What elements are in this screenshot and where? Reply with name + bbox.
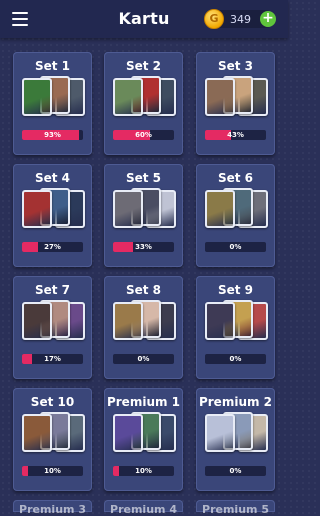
card-set-tile[interactable]: Set 2 60% bbox=[104, 52, 183, 155]
progress-bar: 60% bbox=[113, 130, 174, 140]
card-thumbnail bbox=[113, 414, 143, 452]
card-thumbnail bbox=[22, 302, 52, 340]
coin-icon: G bbox=[204, 9, 224, 29]
progress-bar: 10% bbox=[113, 466, 174, 476]
card-thumbnail bbox=[22, 190, 52, 228]
card-set-title: Set 6 bbox=[217, 171, 254, 185]
card-thumbnails bbox=[113, 187, 176, 231]
card-set-tile[interactable]: Set 4 27% bbox=[13, 164, 92, 267]
card-thumbnail bbox=[113, 190, 143, 228]
card-set-title: Set 1 bbox=[34, 59, 71, 73]
card-set-title: Premium 1 bbox=[106, 395, 181, 409]
progress-bar: 0% bbox=[113, 354, 174, 364]
card-set-title: Premium 3 bbox=[19, 503, 86, 516]
progress-label: 93% bbox=[44, 131, 61, 139]
card-set-title: Premium 4 bbox=[110, 503, 177, 516]
card-set-tile[interactable]: Set 5 33% bbox=[104, 164, 183, 267]
card-thumbnails bbox=[205, 411, 268, 455]
progress-label: 17% bbox=[44, 355, 61, 363]
progress-label: 0% bbox=[229, 243, 242, 251]
card-set-tile[interactable]: Set 7 17% bbox=[13, 276, 92, 379]
card-set-tile[interactable]: Set 6 0% bbox=[196, 164, 275, 267]
card-set-tile[interactable]: Set 10 10% bbox=[13, 388, 92, 491]
card-thumbnails bbox=[113, 299, 176, 343]
coin-count: 349 bbox=[230, 13, 251, 26]
card-thumbnail bbox=[205, 78, 235, 116]
card-thumbnail bbox=[22, 414, 52, 452]
card-set-title: Premium 2 bbox=[198, 395, 273, 409]
card-set-tile[interactable]: Premium 1 10% bbox=[104, 388, 183, 491]
progress-bar: 33% bbox=[113, 242, 174, 252]
card-thumbnail bbox=[22, 78, 52, 116]
progress-bar: 27% bbox=[22, 242, 83, 252]
card-thumbnails bbox=[205, 187, 268, 231]
progress-label: 60% bbox=[135, 131, 152, 139]
card-set-tile[interactable]: Set 3 43% bbox=[196, 52, 275, 155]
card-thumbnails bbox=[113, 411, 176, 455]
progress-bar: 93% bbox=[22, 130, 83, 140]
progress-bar: 0% bbox=[205, 354, 266, 364]
progress-label: 0% bbox=[229, 467, 242, 475]
card-set-tile-partial[interactable]: Premium 5 bbox=[196, 500, 275, 516]
card-set-title: Set 4 bbox=[34, 171, 71, 185]
progress-bar: 0% bbox=[205, 242, 266, 252]
card-thumbnails bbox=[113, 75, 176, 119]
card-set-title: Set 8 bbox=[125, 283, 162, 297]
card-thumbnails bbox=[22, 187, 85, 231]
card-thumbnails bbox=[205, 75, 268, 119]
progress-bar: 0% bbox=[205, 466, 266, 476]
progress-label: 0% bbox=[229, 355, 242, 363]
card-thumbnail bbox=[205, 190, 235, 228]
card-set-title: Set 3 bbox=[217, 59, 254, 73]
card-set-tile[interactable]: Set 1 93% bbox=[13, 52, 92, 155]
coin-balance: G 349 + bbox=[204, 9, 276, 29]
card-thumbnail bbox=[113, 302, 143, 340]
card-set-title: Set 5 bbox=[125, 171, 162, 185]
add-coins-button[interactable]: + bbox=[260, 11, 276, 27]
card-set-title: Premium 5 bbox=[202, 503, 269, 516]
progress-bar: 10% bbox=[22, 466, 83, 476]
card-set-tile-partial[interactable]: Premium 3 bbox=[13, 500, 92, 516]
card-set-tile[interactable]: Premium 2 0% bbox=[196, 388, 275, 491]
card-set-tile[interactable]: Set 8 0% bbox=[104, 276, 183, 379]
card-set-title: Set 9 bbox=[217, 283, 254, 297]
progress-bar: 43% bbox=[205, 130, 266, 140]
card-set-title: Set 2 bbox=[125, 59, 162, 73]
card-set-title: Set 7 bbox=[34, 283, 71, 297]
card-thumbnail bbox=[205, 302, 235, 340]
card-thumbnails bbox=[205, 299, 268, 343]
card-thumbnail bbox=[113, 78, 143, 116]
card-thumbnails bbox=[22, 75, 85, 119]
top-bar: Kartu G 349 + bbox=[0, 0, 288, 38]
card-thumbnails bbox=[22, 299, 85, 343]
card-thumbnails bbox=[22, 411, 85, 455]
progress-label: 27% bbox=[44, 243, 61, 251]
progress-label: 0% bbox=[137, 355, 150, 363]
card-set-title: Set 10 bbox=[30, 395, 75, 409]
progress-label: 43% bbox=[227, 131, 244, 139]
card-set-tile-partial[interactable]: Premium 4 bbox=[104, 500, 183, 516]
progress-label: 10% bbox=[135, 467, 152, 475]
progress-bar: 17% bbox=[22, 354, 83, 364]
progress-label: 10% bbox=[44, 467, 61, 475]
progress-label: 33% bbox=[135, 243, 152, 251]
card-set-tile[interactable]: Set 9 0% bbox=[196, 276, 275, 379]
card-thumbnail bbox=[205, 414, 235, 452]
